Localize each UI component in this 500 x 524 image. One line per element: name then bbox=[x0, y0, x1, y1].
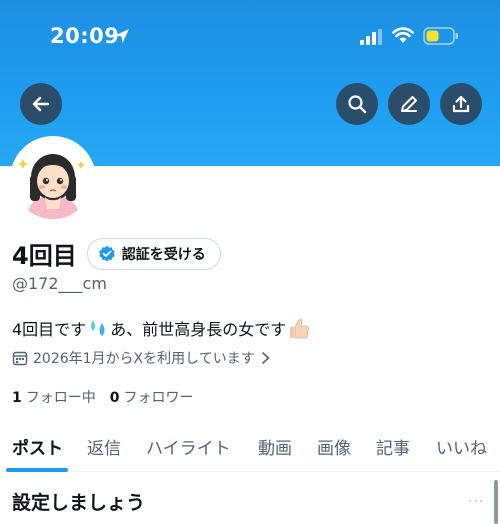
more-options-button[interactable]: ··· bbox=[468, 494, 484, 510]
verified-badge-icon bbox=[98, 245, 115, 261]
share-button[interactable] bbox=[440, 83, 482, 125]
share-icon bbox=[452, 95, 470, 113]
bio-text-part1: 4回目です bbox=[12, 320, 87, 339]
tab-posts[interactable]: ポスト bbox=[12, 434, 63, 459]
profile-bio: 4回目です あ、前世高身長の女です bbox=[12, 316, 312, 340]
tab-replies[interactable]: 返信 bbox=[87, 434, 121, 459]
back-button[interactable] bbox=[20, 83, 62, 125]
battery-icon bbox=[423, 27, 458, 45]
follow-stats: 1 フォロー中 0 フォロワー bbox=[12, 387, 194, 407]
tab-highlights[interactable]: ハイライト bbox=[146, 434, 231, 459]
back-arrow-icon bbox=[32, 96, 50, 112]
active-tab-indicator bbox=[6, 468, 68, 472]
sweat-drops-icon bbox=[87, 318, 109, 338]
avatar[interactable] bbox=[10, 136, 96, 222]
get-verified-label: 認証を受ける bbox=[121, 246, 206, 263]
thumbs-up-icon bbox=[287, 317, 311, 339]
name-row: 4回目 認証を受ける bbox=[12, 236, 221, 271]
profile-handle: @172___cm bbox=[12, 274, 107, 293]
search-button[interactable] bbox=[336, 83, 378, 125]
tab-likes[interactable]: いいね bbox=[436, 434, 487, 459]
cellular-signal-icon bbox=[360, 29, 382, 45]
tab-articles[interactable]: 記事 bbox=[376, 434, 410, 459]
bio-text-part2: あ、前世高身長の女です bbox=[110, 320, 287, 339]
scrollbar[interactable] bbox=[494, 480, 498, 524]
followers-count: 0 bbox=[109, 390, 120, 406]
wifi-icon bbox=[392, 27, 414, 43]
joined-text: 2026年1月からXを利用しています bbox=[33, 351, 255, 367]
section-title: 設定しましょう bbox=[12, 492, 146, 514]
location-arrow-icon bbox=[115, 29, 129, 43]
search-icon bbox=[348, 95, 367, 114]
followers-label: フォロワー bbox=[123, 390, 194, 406]
status-bar: 20:09 bbox=[0, 0, 500, 72]
pencil-icon bbox=[401, 96, 417, 112]
display-name: 4回目 bbox=[12, 242, 77, 270]
avatar-illustration bbox=[13, 139, 93, 219]
profile-tabs: ポスト 返信 ハイライト 動画 画像 記事 いいね bbox=[0, 430, 500, 472]
get-verified-button[interactable]: 認証を受ける bbox=[86, 237, 221, 270]
chevron-right-icon[interactable] bbox=[260, 351, 272, 365]
following-count: 1 bbox=[12, 390, 22, 406]
tab-videos[interactable]: 動画 bbox=[258, 434, 292, 459]
followers-link[interactable]: 0 フォロワー bbox=[110, 387, 194, 407]
edit-button[interactable] bbox=[388, 83, 430, 125]
tab-images[interactable]: 画像 bbox=[317, 434, 351, 459]
calendar-icon bbox=[12, 351, 28, 366]
following-link[interactable]: 1 フォロー中 bbox=[12, 387, 96, 407]
status-time: 20:09 bbox=[50, 24, 120, 48]
following-label: フォロー中 bbox=[25, 390, 96, 406]
joined-date: 2026年1月からXを利用しています bbox=[12, 348, 272, 368]
